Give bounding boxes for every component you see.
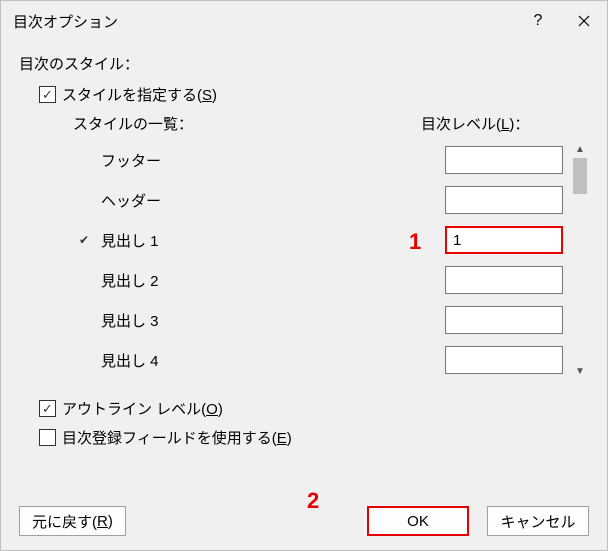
style-name: 見出し 2 [95, 270, 445, 291]
check-marker-icon: ✔ [73, 233, 95, 247]
reset-button[interactable]: 元に戻す(R) [19, 506, 126, 536]
scroll-up-icon[interactable]: ▲ [571, 140, 589, 158]
style-list: フッターヘッダー✔見出し 11見出し 2見出し 3見出し 4 [73, 140, 563, 380]
toc-level-input[interactable] [445, 186, 563, 214]
style-row: フッター [73, 140, 563, 180]
cancel-button[interactable]: キャンセル [487, 506, 589, 536]
style-row: ✔見出し 11 [73, 220, 563, 260]
style-name: 見出し 4 [95, 350, 445, 371]
style-row: ヘッダー [73, 180, 563, 220]
checkbox-label: スタイルを指定する(S) [62, 84, 217, 105]
checkbox-icon [39, 86, 56, 103]
scroll-thumb[interactable] [573, 158, 587, 194]
close-button[interactable] [561, 1, 607, 41]
toc-level-input[interactable] [445, 146, 563, 174]
style-name: 見出し 3 [95, 310, 445, 331]
checkbox-label: アウトライン レベル(O) [62, 398, 223, 419]
checkbox-icon [39, 429, 56, 446]
title-bar: 目次オプション ? [1, 1, 607, 41]
dialog-title: 目次オプション [13, 11, 515, 32]
style-row: 見出し 3 [73, 300, 563, 340]
list-header: スタイルの一覧： 目次レベル(L)： [73, 113, 561, 134]
style-name: 見出し 1 [95, 230, 445, 251]
checkbox-toc-fields[interactable]: 目次登録フィールドを使用する(E) [39, 427, 589, 448]
style-list-header: スタイルの一覧： [73, 113, 421, 134]
toc-level-input[interactable]: 1 [445, 226, 563, 254]
style-row: 見出し 4 [73, 340, 563, 380]
checkbox-outline-level[interactable]: アウトライン レベル(O) [39, 398, 589, 419]
style-name: フッター [95, 150, 445, 171]
section-label: 目次のスタイル： [19, 53, 589, 74]
checkbox-label: 目次登録フィールドを使用する(E) [62, 427, 292, 448]
checkbox-use-styles[interactable]: スタイルを指定する(S) [39, 84, 589, 105]
toc-level-input[interactable] [445, 306, 563, 334]
scrollbar[interactable]: ▲ ▼ [571, 140, 589, 380]
help-button[interactable]: ? [515, 1, 561, 41]
level-header: 目次レベル(L)： [421, 113, 561, 134]
checkbox-icon [39, 400, 56, 417]
scroll-down-icon[interactable]: ▼ [571, 362, 589, 380]
style-name: ヘッダー [95, 190, 445, 211]
ok-button[interactable]: OK [367, 506, 469, 536]
close-icon [578, 15, 590, 27]
style-row: 見出し 2 [73, 260, 563, 300]
toc-level-input[interactable] [445, 266, 563, 294]
toc-level-input[interactable] [445, 346, 563, 374]
